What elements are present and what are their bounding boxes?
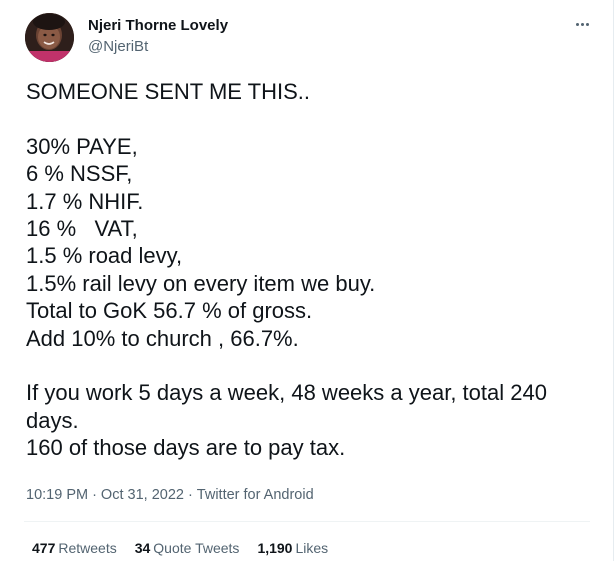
tweet-source[interactable]: Twitter for Android [197, 487, 314, 503]
avatar[interactable] [25, 13, 74, 62]
meta-separator: · [187, 487, 193, 503]
avatar-image [25, 13, 74, 62]
retweets-stat[interactable]: 477 Retweets [32, 540, 117, 556]
divider [24, 521, 590, 522]
author-display-name[interactable]: Njeri Thorne Lovely [88, 17, 228, 34]
author-handle[interactable]: @NjeriBt [88, 38, 148, 55]
more-horizontal-icon[interactable] [570, 14, 594, 34]
tweet-meta: 10:19 PM · Oct 31, 2022 · Twitter for Androi… [26, 487, 314, 503]
likes-label: Likes [295, 540, 329, 556]
more-dot [575, 22, 579, 26]
quote-tweets-stat[interactable]: 34 Quote Tweets [135, 540, 240, 556]
likes-count: 1,190 [257, 540, 293, 556]
likes-stat[interactable]: 1,190 Likes [257, 540, 328, 556]
tweet-text: SOMEONE SENT ME THIS.. 30% PAYE, 6 % NSS… [26, 79, 547, 461]
tweet-card: Njeri Thorne Lovely @NjeriBt SOMEONE SEN… [0, 0, 614, 561]
tweet-stats: 477 Retweets 34 Quote Tweets 1,190 Likes [32, 540, 346, 556]
tweet-date[interactable]: Oct 31, 2022 [101, 487, 184, 503]
retweets-count: 477 [32, 540, 56, 556]
more-dot [585, 22, 589, 26]
meta-separator: · [92, 487, 97, 503]
quotes-label: Quote Tweets [153, 540, 240, 556]
tweet-time[interactable]: 10:19 PM [26, 487, 88, 503]
quotes-count: 34 [134, 540, 151, 556]
more-dot [580, 22, 584, 26]
retweets-label: Retweets [58, 540, 117, 556]
